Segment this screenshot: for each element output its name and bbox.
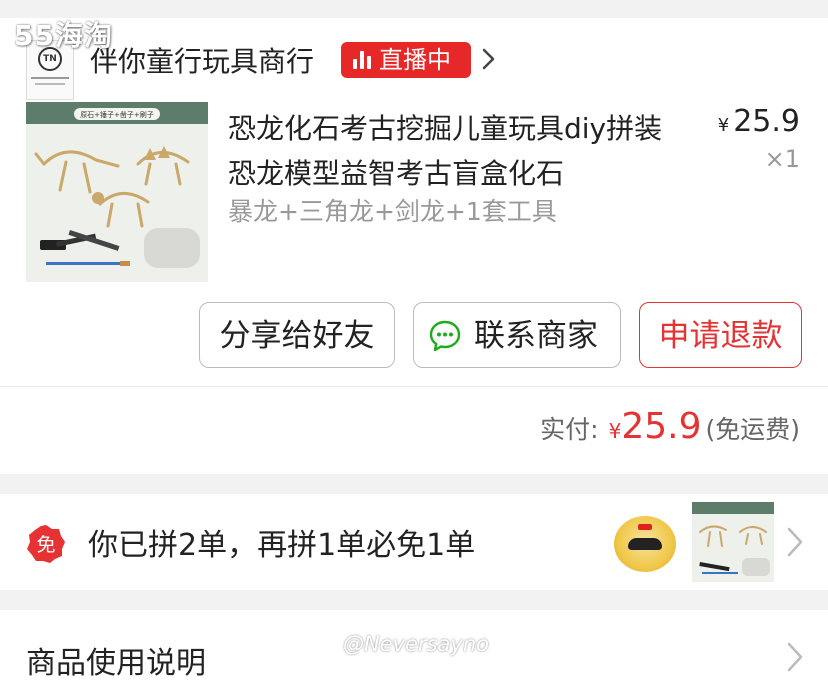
product-title[interactable]: 恐龙化石考古挖掘儿童玩具diy拼装恐龙模型益智考古盲盒化石 <box>228 106 668 196</box>
refund-button[interactable]: 申请退款 <box>639 302 802 368</box>
group-buy-text: 你已拼2单，再拼1单必免1单 <box>88 528 476 563</box>
payment-amount: 25.9 <box>621 406 702 447</box>
shipping-note: (免运费) <box>705 415 800 444</box>
payment-label: 实付: <box>540 415 599 444</box>
shop-logo-text-line <box>31 77 69 79</box>
dinosaur-fossil-thumb-art <box>692 502 774 576</box>
order-card: TN 伴你童行玩具商行 直播中 原石+锤子+凿子+刷子 恐龙化石考古挖掘儿童玩具… <box>0 18 828 474</box>
product-manual-label: 商品使用说明 <box>26 646 206 681</box>
free-badge-icon: 免 <box>27 525 65 563</box>
live-badge[interactable]: 直播中 <box>341 42 471 78</box>
product-image[interactable]: 原石+锤子+凿子+刷子 <box>26 102 208 282</box>
product-spec: 暴龙+三角龙+剑龙+1套工具 <box>228 197 557 226</box>
dinosaur-fossil-illustration: 原石+锤子+凿子+刷子 <box>26 102 208 268</box>
share-button[interactable]: 分享给好友 <box>199 302 395 368</box>
chevron-right-icon[interactable] <box>784 640 806 674</box>
divider <box>0 386 828 387</box>
contact-seller-label: 联系商家 <box>474 318 598 354</box>
free-badge-label: 免 <box>36 534 55 556</box>
shop-logo-text-line <box>35 83 65 85</box>
shop-name[interactable]: 伴你童行玩具商行 <box>90 40 314 80</box>
live-bars-icon <box>353 51 371 69</box>
price-column: ¥25.9 ×1 <box>718 104 800 173</box>
chevron-right-icon[interactable] <box>476 46 502 72</box>
watermark-user-tag: @Neversayno <box>343 632 490 656</box>
contact-seller-button[interactable]: 联系商家 <box>413 302 621 368</box>
payment-summary: 实付: ¥25.9 (免运费) <box>540 406 800 447</box>
unit-price: ¥25.9 <box>717 104 800 139</box>
chevron-right-icon[interactable] <box>784 525 806 559</box>
chat-bubble-icon <box>429 320 461 352</box>
quantity: ×1 <box>764 145 800 173</box>
group-buy-row[interactable]: 免 你已拼2单，再拼1单必免1单 <box>0 494 828 590</box>
shoe-polish-thumbnail[interactable] <box>614 516 676 572</box>
payment-currency: ¥ <box>608 419 622 443</box>
product-image-banner: 原石+锤子+凿子+刷子 <box>80 110 154 119</box>
live-badge-label: 直播中 <box>379 46 451 74</box>
watermark-logo: 55海淘 <box>14 19 113 52</box>
fossil-kit-thumbnail[interactable] <box>692 502 774 582</box>
